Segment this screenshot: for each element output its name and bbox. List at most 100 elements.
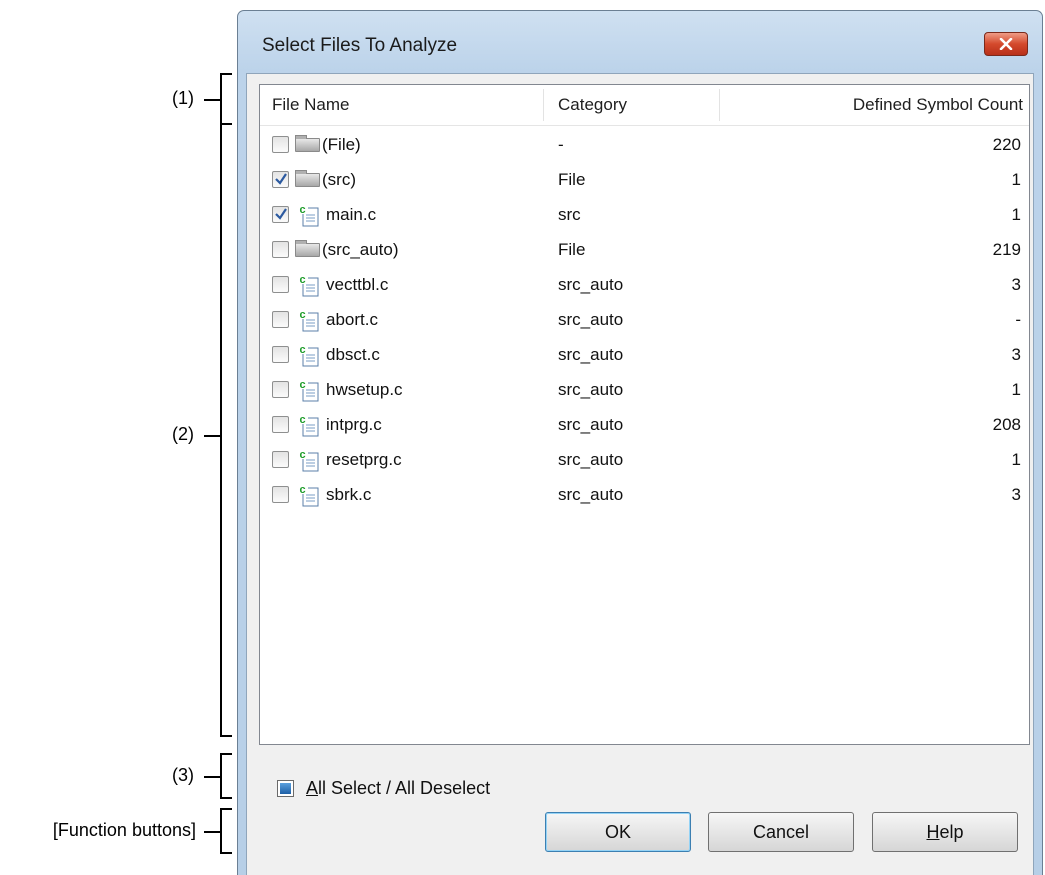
- symbol-count-cell: 219: [992, 240, 1021, 259]
- dialog-client-area: File Name Category Defined Symbol Count …: [246, 73, 1034, 875]
- unchecked-checkbox[interactable]: [272, 416, 289, 433]
- category-cell: src_auto: [558, 380, 624, 399]
- file-name-cell: resetprg.c: [326, 450, 402, 469]
- symbol-count-cell: 220: [992, 135, 1021, 154]
- list-item[interactable]: (src) File 1: [260, 162, 1029, 197]
- category-cell: src_auto: [558, 450, 624, 469]
- file-name-cell: hwsetup.c: [326, 380, 403, 399]
- list-item[interactable]: c abort.c src_auto -: [260, 302, 1029, 337]
- annotation-header: (1): [172, 88, 194, 108]
- list-item[interactable]: c main.c src 1: [260, 197, 1029, 232]
- cancel-button[interactable]: Cancel: [708, 812, 854, 852]
- symbol-count-cell: 208: [992, 415, 1021, 434]
- annotation-select-all-tick: [204, 776, 220, 778]
- category-cell: src_auto: [558, 275, 624, 294]
- dialog-title: Select Files To Analyze: [262, 35, 458, 56]
- symbol-count-cell: 3: [1011, 275, 1021, 294]
- c-source-file-icon: c: [298, 378, 320, 402]
- c-source-file-icon: c: [298, 448, 320, 472]
- folder-icon: [295, 170, 320, 187]
- help-button[interactable]: Help: [872, 812, 1018, 852]
- folder-icon: [295, 240, 320, 257]
- annotation-header-brace: [220, 73, 232, 125]
- annotation-list-tick: [204, 435, 220, 437]
- unchecked-checkbox[interactable]: [272, 451, 289, 468]
- all-select-toggle[interactable]: All Select / All Deselect: [277, 776, 490, 800]
- file-name-cell: vecttbl.c: [326, 275, 389, 294]
- svg-text:c: c: [300, 379, 306, 391]
- unchecked-checkbox[interactable]: [272, 241, 289, 258]
- annotation-header-tick: [204, 99, 220, 101]
- annotation-list-brace: [220, 123, 232, 737]
- list-item[interactable]: c intprg.c src_auto 208: [260, 407, 1029, 442]
- svg-text:c: c: [300, 309, 306, 321]
- folder-icon: [295, 135, 320, 152]
- annotation-function-buttons-tick: [204, 831, 220, 833]
- column-header-file-name[interactable]: File Name: [272, 85, 542, 125]
- file-name-cell: intprg.c: [326, 415, 382, 434]
- category-cell: src: [558, 205, 581, 224]
- unchecked-checkbox[interactable]: [272, 136, 289, 153]
- c-source-file-icon: c: [298, 273, 320, 297]
- unchecked-checkbox[interactable]: [272, 486, 289, 503]
- checkmark-icon: [275, 173, 287, 185]
- column-header-category[interactable]: Category: [558, 85, 718, 125]
- column-separator[interactable]: [543, 89, 544, 121]
- column-header-symbol-count[interactable]: Defined Symbol Count: [730, 85, 1023, 125]
- annotation-function-buttons-brace: [220, 808, 232, 854]
- annotation-select-all-brace: [220, 753, 232, 799]
- category-cell: src_auto: [558, 345, 624, 364]
- category-cell: src_auto: [558, 485, 624, 504]
- checkmark-icon: [275, 208, 287, 220]
- unchecked-checkbox[interactable]: [272, 276, 289, 293]
- close-button[interactable]: [984, 32, 1028, 56]
- annotation-function-buttons: [Function buttons]: [52, 820, 196, 840]
- checked-checkbox[interactable]: [272, 171, 289, 188]
- column-separator[interactable]: [719, 89, 720, 121]
- select-files-dialog: Select Files To Analyze File Name Catego…: [237, 10, 1043, 875]
- c-source-file-icon: c: [298, 308, 320, 332]
- symbol-count-cell: 3: [1011, 485, 1021, 504]
- ok-button[interactable]: OK: [545, 812, 691, 852]
- category-cell: File: [558, 240, 586, 259]
- file-name-cell: main.c: [326, 205, 377, 224]
- annotation-list: (2): [172, 424, 194, 444]
- symbol-count-cell: 1: [1011, 170, 1021, 189]
- symbol-count-cell: 1: [1011, 205, 1021, 224]
- list-item[interactable]: c dbsct.c src_auto 3: [260, 337, 1029, 372]
- unchecked-checkbox[interactable]: [272, 346, 289, 363]
- category-cell: src_auto: [558, 415, 624, 434]
- annotation-select-all: (3): [172, 765, 194, 785]
- unchecked-checkbox[interactable]: [272, 311, 289, 328]
- list-item[interactable]: (File) - 220: [260, 127, 1029, 162]
- checked-checkbox[interactable]: [272, 206, 289, 223]
- file-list-view[interactable]: File Name Category Defined Symbol Count …: [259, 84, 1030, 745]
- list-item[interactable]: c sbrk.c src_auto 3: [260, 477, 1029, 512]
- list-item[interactable]: c vecttbl.c src_auto 3: [260, 267, 1029, 302]
- svg-text:c: c: [300, 274, 306, 286]
- c-source-file-icon: c: [298, 483, 320, 507]
- file-name-cell: dbsct.c: [326, 345, 380, 364]
- symbol-count-cell: 1: [1011, 450, 1021, 469]
- symbol-count-cell: -: [1015, 310, 1021, 329]
- file-name-cell: abort.c: [326, 310, 378, 329]
- c-source-file-icon: c: [298, 203, 320, 227]
- svg-text:c: c: [300, 449, 306, 461]
- category-cell: src_auto: [558, 310, 624, 329]
- indeterminate-checkbox[interactable]: [277, 779, 294, 797]
- list-item[interactable]: (src_auto) File 219: [260, 232, 1029, 267]
- unchecked-checkbox[interactable]: [272, 381, 289, 398]
- file-name-cell: (src_auto): [322, 240, 399, 259]
- category-cell: -: [558, 135, 564, 154]
- title-bar: Select Files To Analyze: [238, 11, 1042, 73]
- c-source-file-icon: c: [298, 343, 320, 367]
- symbol-count-cell: 1: [1011, 380, 1021, 399]
- svg-text:c: c: [300, 204, 306, 216]
- close-x-icon: [999, 38, 1013, 50]
- list-header: File Name Category Defined Symbol Count: [260, 85, 1029, 126]
- symbol-count-cell: 3: [1011, 345, 1021, 364]
- list-item[interactable]: c resetprg.c src_auto 1: [260, 442, 1029, 477]
- list-item[interactable]: c hwsetup.c src_auto 1: [260, 372, 1029, 407]
- svg-text:c: c: [300, 344, 306, 356]
- file-name-cell: sbrk.c: [326, 485, 372, 504]
